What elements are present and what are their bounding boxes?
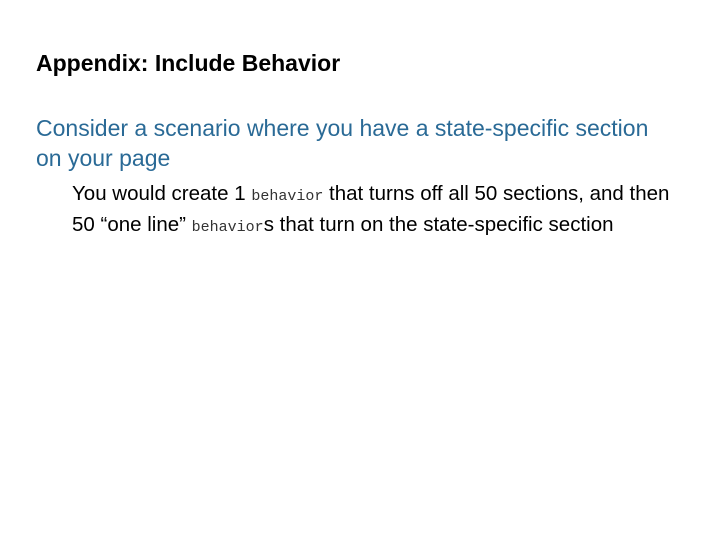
sub-bullet-text-3: s that turn on the state-specific sectio…: [263, 213, 614, 236]
lead-bullet: Consider a scenario where you have a sta…: [36, 115, 649, 171]
code-behavior-2: behavior: [191, 219, 264, 236]
sub-bullet-text-1: You would create 1: [72, 182, 252, 205]
code-behavior-1: behavior: [251, 188, 324, 205]
sub-bullet: You would create 1 behavior that turns o…: [72, 180, 672, 242]
slide: Appendix: Include Behavior Consider a sc…: [0, 0, 720, 540]
slide-title: Appendix: Include Behavior: [36, 50, 341, 76]
